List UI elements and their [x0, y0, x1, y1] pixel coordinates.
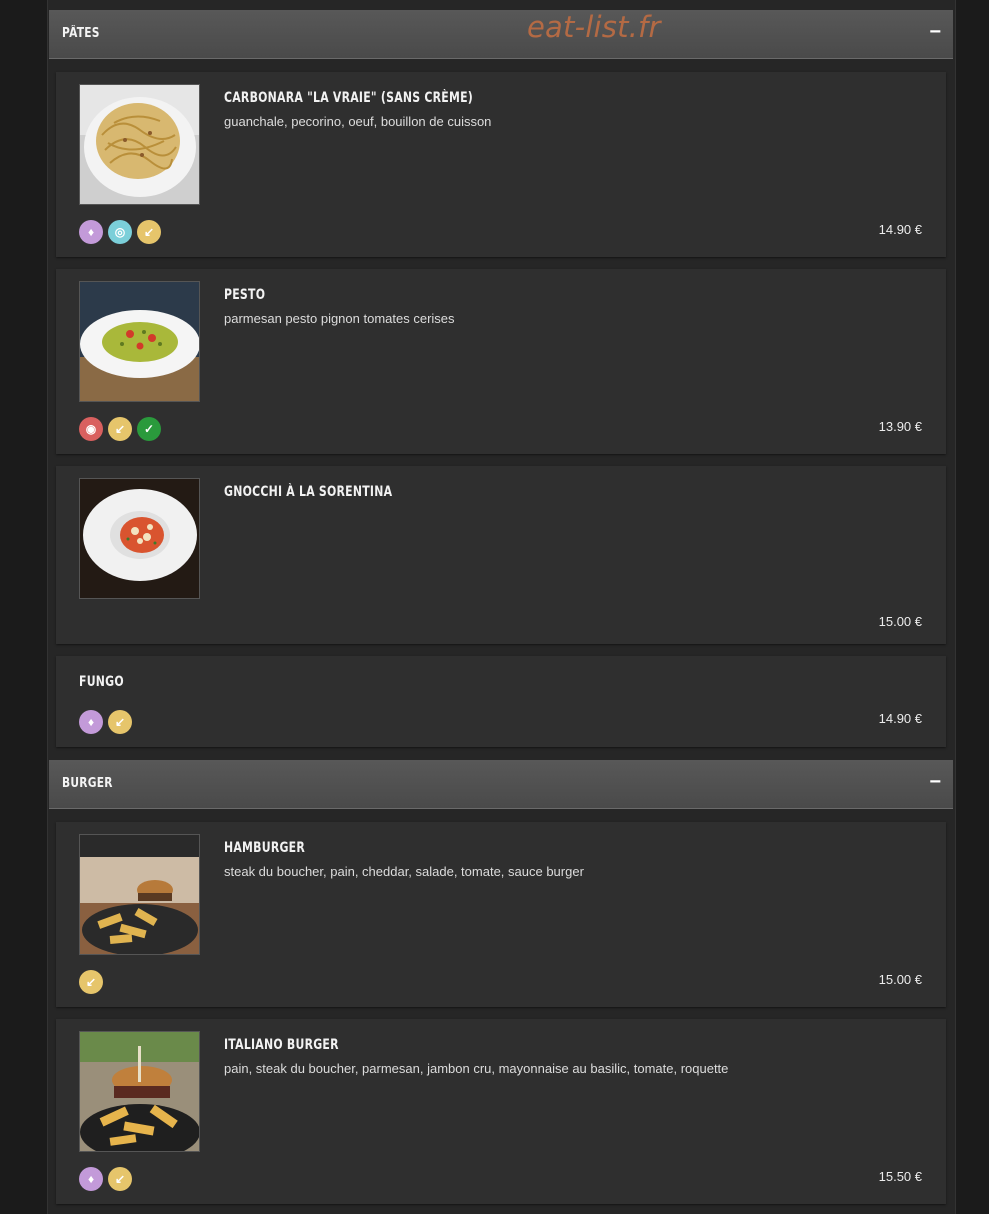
dish-description: parmesan pesto pignon tomates cerises — [224, 311, 455, 326]
dish-photo-pesto — [79, 281, 200, 402]
menu-item-card[interactable]: HAMBURGER steak du boucher, pain, chedda… — [56, 822, 946, 1007]
dish-description: guanchale, pecorino, oeuf, bouillon de c… — [224, 114, 492, 129]
dish-price: 15.50 € — [878, 1169, 922, 1184]
badge-row: ↙ — [79, 970, 103, 994]
dish-name: GNOCCHI À LA SORENTINA — [224, 484, 393, 500]
menu-item-card[interactable]: CARBONARA "LA VRAIE" (SANS CRÈME) guanch… — [56, 72, 946, 257]
gold-allergen-icon: ↙ — [108, 417, 132, 441]
badge-row: ♦ ◎ ↙ — [79, 220, 161, 244]
gold-allergen-icon: ↙ — [108, 1167, 132, 1191]
badge-row: ♦ ↙ — [79, 710, 132, 734]
dish-description: steak du boucher, pain, cheddar, salade,… — [224, 864, 584, 879]
collapse-button[interactable]: − — [929, 760, 941, 805]
dish-photo-gnocchi — [79, 478, 200, 599]
section-header-burger[interactable]: BURGER − — [49, 760, 953, 809]
gold-allergen-icon: ↙ — [108, 710, 132, 734]
gold-allergen-icon: ↙ — [137, 220, 161, 244]
purple-allergen-icon: ♦ — [79, 1167, 103, 1191]
dish-name: HAMBURGER — [224, 840, 305, 856]
dish-price: 14.90 € — [878, 711, 922, 726]
dish-photo-carbonara — [79, 84, 200, 205]
dish-name: FUNGO — [79, 674, 124, 690]
section-title: PÂTES — [62, 26, 100, 41]
menu-item-card[interactable]: ITALIANO BURGER pain, steak du boucher, … — [56, 1019, 946, 1204]
teal-allergen-icon: ◎ — [108, 220, 132, 244]
dish-name: ITALIANO BURGER — [224, 1037, 339, 1053]
menu-item-card[interactable]: FUNGO ♦ ↙ 14.90 € — [56, 656, 946, 747]
dish-photo-italiano-burger — [79, 1031, 200, 1152]
badge-row: ♦ ↙ — [79, 1167, 132, 1191]
dish-description: pain, steak du boucher, parmesan, jambon… — [224, 1061, 729, 1076]
menu-item-card[interactable]: GNOCCHI À LA SORENTINA 15.00 € — [56, 466, 946, 644]
menu-item-card[interactable]: PESTO parmesan pesto pignon tomates ceri… — [56, 269, 946, 454]
badge-row: ◉ ↙ ✓ — [79, 417, 161, 441]
purple-allergen-icon: ♦ — [79, 220, 103, 244]
gold-allergen-icon: ↙ — [79, 970, 103, 994]
section-header-pates[interactable]: PÂTES − — [49, 10, 953, 59]
dish-price: 13.90 € — [878, 419, 922, 434]
watermark: eat-list.fr — [527, 10, 661, 44]
red-allergen-icon: ◉ — [79, 417, 103, 441]
section-title: BURGER — [62, 776, 113, 791]
dish-photo-hamburger — [79, 834, 200, 955]
dish-price: 14.90 € — [878, 222, 922, 237]
dish-price: 15.00 € — [878, 972, 922, 987]
vegetarian-leaf-icon: ✓ — [137, 417, 161, 441]
dish-price: 15.00 € — [878, 614, 922, 629]
purple-allergen-icon: ♦ — [79, 710, 103, 734]
collapse-button[interactable]: − — [929, 10, 941, 55]
dish-name: PESTO — [224, 287, 266, 303]
dish-name: CARBONARA "LA VRAIE" (SANS CRÈME) — [224, 90, 474, 106]
